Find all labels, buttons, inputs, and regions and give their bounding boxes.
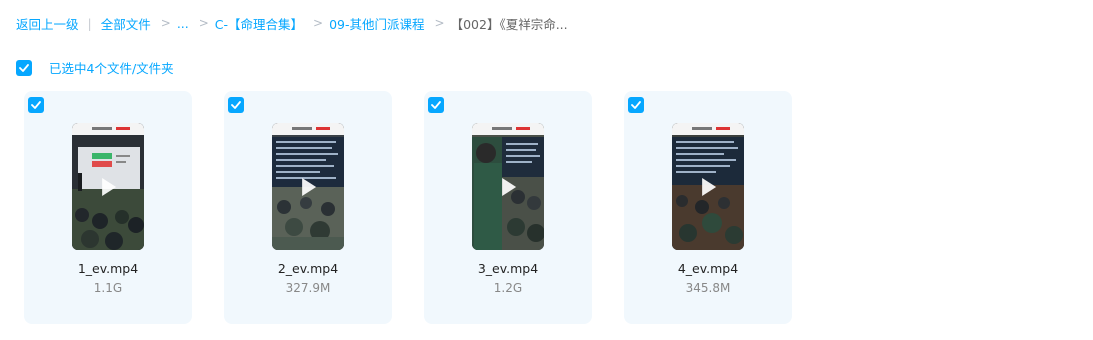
file-name[interactable]: 1_ev.mp4 bbox=[24, 261, 192, 276]
file-card[interactable]: 3_ev.mp4 1.2G bbox=[424, 91, 592, 324]
breadcrumb-ellipsis[interactable]: ... bbox=[177, 16, 189, 31]
back-link[interactable]: 返回上一级 bbox=[16, 14, 79, 33]
breadcrumb: 返回上一级 | 全部文件 > ... > C-【命理合集】 > 09-其他门派课… bbox=[16, 14, 568, 32]
checkbox-checked-icon bbox=[431, 101, 441, 109]
file-size: 327.9M bbox=[285, 281, 331, 295]
checkbox-checked-icon bbox=[631, 101, 641, 109]
file-size: 345.8M bbox=[685, 281, 731, 295]
file-checkbox[interactable] bbox=[628, 97, 644, 113]
file-name[interactable]: 3_ev.mp4 bbox=[424, 261, 592, 276]
file-card[interactable]: 1_ev.mp4 1.1G bbox=[24, 91, 192, 324]
video-thumbnail[interactable] bbox=[272, 123, 344, 250]
selection-bar: 已选中4个文件/文件夹 bbox=[16, 58, 174, 77]
checkbox-checked-icon bbox=[231, 101, 241, 109]
file-card[interactable]: 4_ev.mp4 345.8M bbox=[624, 91, 792, 324]
video-thumbnail[interactable] bbox=[472, 123, 544, 250]
file-card[interactable]: 2_ev.mp4 327.9M bbox=[224, 91, 392, 324]
play-icon bbox=[302, 177, 317, 196]
breadcrumb-folder-mingli[interactable]: C-【命理合集】 bbox=[215, 14, 303, 33]
file-size: 1.1G bbox=[93, 281, 123, 295]
play-icon bbox=[102, 177, 117, 196]
play-icon bbox=[702, 177, 717, 196]
checkbox-checked-icon bbox=[19, 63, 29, 72]
file-checkbox[interactable] bbox=[228, 97, 244, 113]
breadcrumb-folder-other[interactable]: 09-其他门派课程 bbox=[329, 14, 424, 33]
file-size: 1.2G bbox=[493, 281, 523, 295]
breadcrumb-separator: > bbox=[198, 16, 209, 30]
checkbox-checked-icon bbox=[31, 101, 41, 109]
breadcrumb-separator: > bbox=[313, 16, 324, 30]
breadcrumb-divider: | bbox=[87, 15, 92, 31]
selection-count: 已选中4个文件/文件夹 bbox=[49, 61, 174, 76]
breadcrumb-separator: > bbox=[434, 16, 445, 30]
select-all-checkbox[interactable] bbox=[16, 59, 32, 76]
video-thumbnail[interactable] bbox=[72, 123, 144, 250]
breadcrumb-separator: > bbox=[160, 16, 171, 30]
file-name[interactable]: 4_ev.mp4 bbox=[624, 261, 792, 276]
breadcrumb-all-files[interactable]: 全部文件 bbox=[101, 14, 151, 33]
play-icon bbox=[502, 177, 517, 196]
file-name[interactable]: 2_ev.mp4 bbox=[224, 261, 392, 276]
breadcrumb-current: 【002】《夏祥宗命... bbox=[450, 16, 568, 32]
file-checkbox[interactable] bbox=[28, 97, 44, 113]
video-thumbnail[interactable] bbox=[672, 123, 744, 250]
file-checkbox[interactable] bbox=[428, 97, 444, 113]
